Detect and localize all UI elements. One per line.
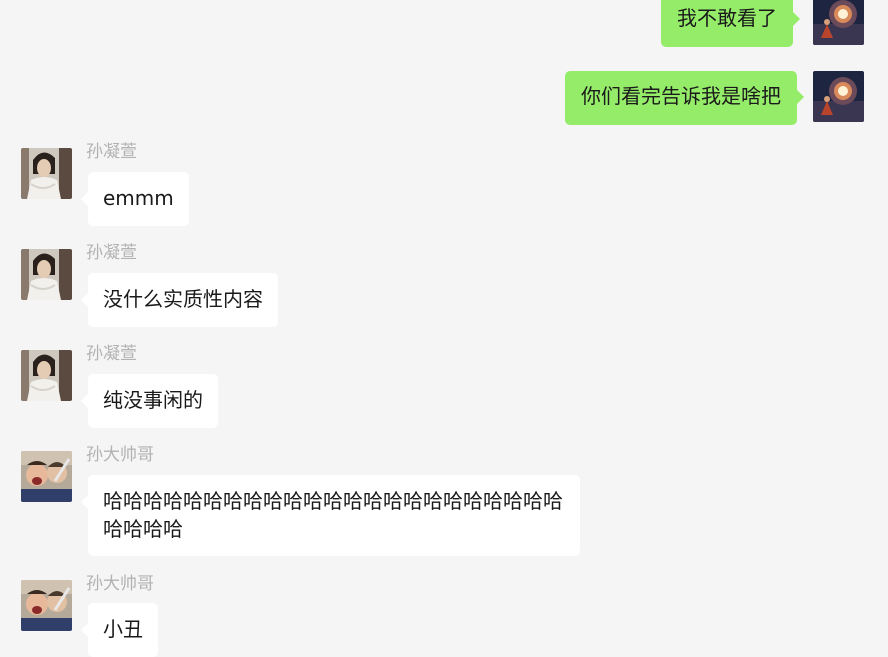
- incoming-message-bubble[interactable]: 哈哈哈哈哈哈哈哈哈哈哈哈哈哈哈哈哈哈哈哈哈哈哈哈哈哈哈: [81, 475, 580, 556]
- sender-name: 孙大帅哥: [86, 445, 154, 465]
- sender-name: 孙凝萱: [86, 142, 137, 162]
- chat-message-list[interactable]: 我不敢看了 你们看完告诉我是啥把 孙凝萱 emmm 孙凝萱 没什么实质性内容 孙…: [0, 0, 888, 657]
- sun-ningxuan-avatar[interactable]: [21, 350, 72, 401]
- sun-dashuaige-avatar[interactable]: [21, 451, 72, 502]
- outgoing-message-bubble[interactable]: 我不敢看了: [661, 0, 800, 47]
- sender-name: 孙大帅哥: [86, 574, 154, 594]
- sun-dashuaige-avatar[interactable]: [21, 580, 72, 631]
- sender-name: 孙凝萱: [86, 344, 137, 364]
- outgoing-message-bubble[interactable]: 你们看完告诉我是啥把: [565, 71, 804, 125]
- incoming-message-bubble[interactable]: 没什么实质性内容: [81, 273, 278, 327]
- sun-ningxuan-avatar[interactable]: [21, 249, 72, 300]
- incoming-message-bubble[interactable]: emmm: [81, 172, 189, 226]
- sender-name: 孙凝萱: [86, 243, 137, 263]
- sun-ningxuan-avatar[interactable]: [21, 148, 72, 199]
- self-avatar[interactable]: [813, 71, 864, 122]
- incoming-message-bubble[interactable]: 纯没事闲的: [81, 374, 218, 428]
- self-avatar[interactable]: [813, 0, 864, 45]
